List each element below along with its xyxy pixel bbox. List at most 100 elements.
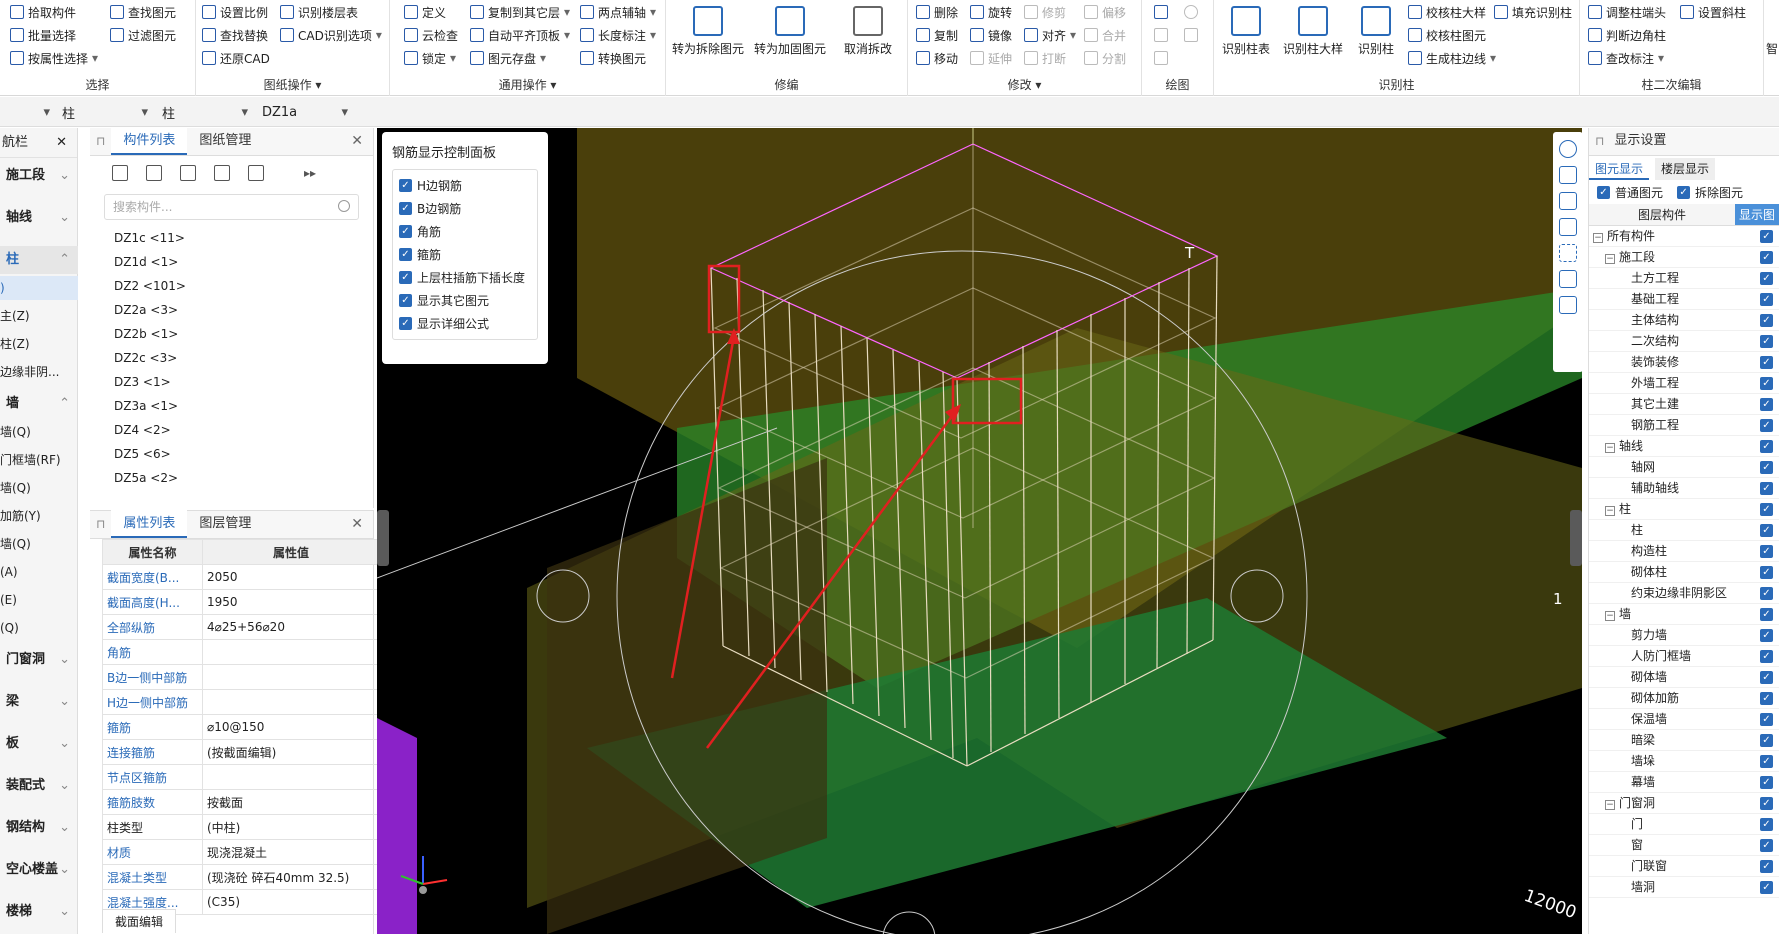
property-value[interactable]: (C35): [202, 889, 380, 915]
tree-item[interactable]: 二次结构 ✓: [1589, 331, 1779, 352]
table-row[interactable]: 混凝土类型 (现浇砼 碎石40mm 32.5): [102, 864, 380, 890]
identify-floor-table-button[interactable]: 识别楼层表: [280, 2, 358, 22]
copy-component-icon[interactable]: [146, 165, 162, 181]
nav-sub-masonry-wall[interactable]: 墙(Q): [0, 476, 78, 500]
nav-item-slab[interactable]: 板 ⌄: [0, 730, 78, 758]
identify-column-table-button[interactable]: 识别柱表: [1216, 0, 1276, 68]
adjust-column-end-button[interactable]: 调整柱端头: [1588, 2, 1666, 22]
cancel-change-button[interactable]: 取消拆改: [828, 0, 908, 68]
collapse-icon[interactable]: −: [1593, 233, 1603, 243]
tab-property-list[interactable]: 属性列表: [111, 510, 188, 538]
to-demolition-button[interactable]: 转为拆除图元: [668, 0, 748, 68]
check-icon[interactable]: ✓: [1760, 419, 1773, 432]
check-icon[interactable]: ✓: [1760, 629, 1773, 642]
nav-item-column[interactable]: 柱 ⌃: [0, 246, 78, 274]
nav-item-prefab[interactable]: 装配式 ⌄: [0, 772, 78, 800]
two-point-axis-button[interactable]: 两点辅轴 ▾: [580, 2, 656, 22]
table-row[interactable]: 连接箍筋 (按截面编辑): [102, 739, 380, 765]
property-value[interactable]: 2050: [202, 564, 380, 590]
nav-sub-door-frame-wall[interactable]: 门框墙(RF): [0, 448, 78, 472]
define-button[interactable]: 定义: [404, 2, 446, 22]
convert-element-button[interactable]: 转换图元: [580, 48, 646, 68]
list-item[interactable]: DZ3 <1>: [90, 370, 373, 394]
draw-circle-button[interactable]: [1184, 2, 1198, 22]
close-icon[interactable]: ✕: [351, 516, 363, 532]
check-icon[interactable]: ✓: [1760, 524, 1773, 537]
close-icon[interactable]: ✕: [351, 133, 363, 149]
type-select[interactable]: 柱 ▾: [158, 101, 254, 123]
tree-item[interactable]: 土方工程 ✓: [1589, 268, 1779, 289]
collapse-icon[interactable]: −: [1605, 611, 1615, 621]
tree-item[interactable]: − 施工段 ✓: [1589, 247, 1779, 268]
draw-rect-button[interactable]: [1184, 25, 1198, 45]
tree-item[interactable]: − 门窗洞 ✓: [1589, 793, 1779, 814]
generate-column-edge-button[interactable]: 生成柱边线 ▾: [1408, 48, 1496, 68]
cloud-check-button[interactable]: 云检查: [404, 25, 458, 45]
set-scale-button[interactable]: 设置比例: [202, 2, 268, 22]
property-value[interactable]: 1950: [202, 589, 380, 615]
floor-select[interactable]: ▾: [2, 101, 56, 123]
draw-line-button[interactable]: [1154, 25, 1168, 45]
category-select[interactable]: 柱 ▾: [58, 101, 154, 123]
property-value[interactable]: 4⌀25+56⌀20: [202, 614, 380, 640]
checkbox-demolition-element[interactable]: ✓ 拆除图元: [1677, 181, 1743, 204]
tree-item[interactable]: 柱 ✓: [1589, 520, 1779, 541]
tree-item[interactable]: 窗 ✓: [1589, 835, 1779, 856]
property-value[interactable]: ⌀10@150: [202, 714, 380, 740]
table-row[interactable]: 角筋: [102, 639, 380, 665]
list-item[interactable]: DZ2b <1>: [90, 322, 373, 346]
table-row[interactable]: 柱类型 (中柱): [102, 814, 380, 840]
nav-sub-masonry-column[interactable]: 柱(Z): [0, 332, 78, 356]
nav-sub-curtain-wall[interactable]: (Q): [0, 616, 78, 640]
list-item[interactable]: DZ1d <1>: [90, 250, 373, 274]
expand-more-icon[interactable]: ▸▸: [304, 166, 316, 180]
check-icon[interactable]: ✓: [1760, 671, 1773, 684]
check-icon[interactable]: ✓: [1760, 566, 1773, 579]
checkbox-b-side-rebar[interactable]: ✓ B边钢筋: [399, 197, 531, 220]
nav-item-construction-section[interactable]: 施工段 ⌄: [0, 162, 78, 190]
3d-viewport[interactable]: 1 T T 1 12000: [377, 128, 1582, 934]
collapse-icon[interactable]: −: [1605, 800, 1615, 810]
check-icon[interactable]: ✓: [1760, 755, 1773, 768]
tree-item[interactable]: 保温墙 ✓: [1589, 709, 1779, 730]
restore-cad-button[interactable]: 还原CAD: [202, 48, 270, 68]
checkbox-normal-element[interactable]: ✓ 普通图元: [1597, 181, 1663, 204]
list-item[interactable]: DZ5 <6>: [90, 442, 373, 466]
check-icon[interactable]: ✓: [1760, 482, 1773, 495]
tree-item[interactable]: 门联窗 ✓: [1589, 856, 1779, 877]
nav-item-wall[interactable]: 墙 ⌃: [0, 390, 78, 418]
check-icon[interactable]: ✓: [1760, 335, 1773, 348]
tree-item[interactable]: 外墙工程 ✓: [1589, 373, 1779, 394]
cad-options-button[interactable]: CAD识别选项 ▾: [280, 25, 382, 45]
tree-item[interactable]: 幕墙 ✓: [1589, 772, 1779, 793]
batch-select-button[interactable]: 批量选择: [10, 25, 76, 45]
tab-component-list[interactable]: 构件列表: [111, 127, 188, 155]
edit-annotation-button[interactable]: 查改标注 ▾: [1588, 48, 1664, 68]
draw-point-button[interactable]: [1154, 2, 1168, 22]
left-collapse-handle[interactable]: [377, 510, 389, 566]
nav-sub-edge-zone[interactable]: 边缘非阴...: [0, 360, 78, 384]
check-icon[interactable]: ✓: [1760, 776, 1773, 789]
section-edit-button[interactable]: 截面编辑: [102, 909, 177, 933]
nav-sub-shear-wall[interactable]: 墙(Q): [0, 420, 78, 444]
select-by-property-button[interactable]: 按属性选择 ▾: [10, 48, 98, 68]
tree-item[interactable]: 墙垛 ✓: [1589, 751, 1779, 772]
check-icon[interactable]: ✓: [1760, 398, 1773, 411]
offset-button[interactable]: 偏移: [1084, 2, 1126, 22]
check-icon[interactable]: ✓: [1760, 503, 1773, 516]
find-replace-button[interactable]: 查找替换: [202, 25, 268, 45]
nav-item-beam[interactable]: 梁 ⌄: [0, 688, 78, 716]
zoom-fit-icon[interactable]: [1559, 244, 1577, 262]
tab-layer-management[interactable]: 图层管理: [187, 510, 263, 538]
check-icon[interactable]: ✓: [1760, 251, 1773, 264]
nav-item-stairs[interactable]: 楼梯 ⌄: [0, 898, 78, 926]
check-icon[interactable]: ✓: [1760, 839, 1773, 852]
checkbox-dowel-length[interactable]: ✓ 上层柱插筋下插长度: [399, 266, 531, 289]
tree-item[interactable]: 砌体柱 ✓: [1589, 562, 1779, 583]
component-search-input[interactable]: 搜索构件...: [104, 194, 359, 220]
checkbox-stirrup[interactable]: ✓ 箍筋: [399, 243, 531, 266]
checkbox-show-formula[interactable]: ✓ 显示详细公式: [399, 312, 531, 335]
tree-item[interactable]: 装饰装修 ✓: [1589, 352, 1779, 373]
nav-item-axis[interactable]: 轴线 ⌄: [0, 204, 78, 232]
check-icon[interactable]: ✓: [1760, 356, 1773, 369]
